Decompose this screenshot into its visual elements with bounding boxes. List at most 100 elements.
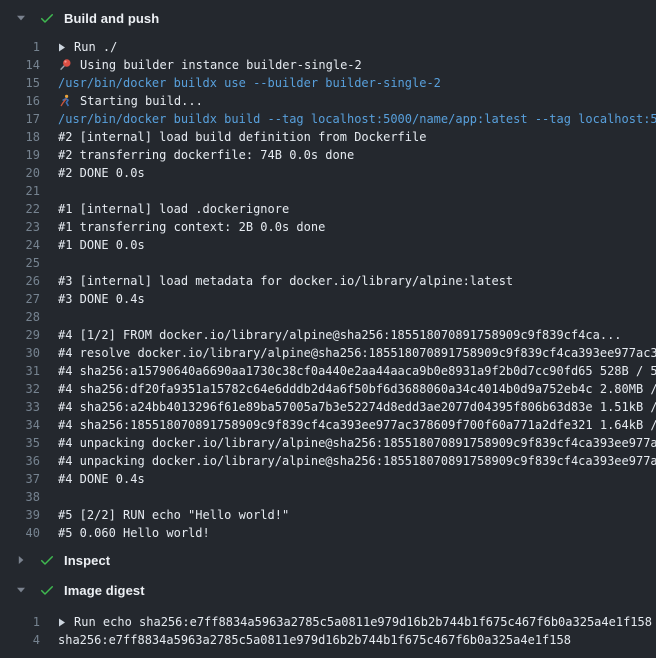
chevron-down-icon <box>16 585 26 595</box>
line-number-link[interactable]: 36 <box>0 452 40 470</box>
log-text: #1 DONE 0.0s <box>58 236 145 254</box>
check-icon <box>39 582 55 598</box>
log-line-content: #5 0.060 Hello world! <box>58 524 656 542</box>
expand-group-icon[interactable] <box>58 618 74 627</box>
log-line-content <box>58 254 656 272</box>
line-number-link[interactable]: 28 <box>0 308 40 326</box>
log-line-content: /usr/bin/docker buildx build --tag local… <box>58 110 656 128</box>
log-line: 25 <box>0 254 656 272</box>
step-header-inspect[interactable]: Inspect <box>0 546 656 574</box>
log-line-content: Using builder instance builder-single-2 <box>58 56 656 74</box>
log-line-content <box>58 308 656 326</box>
log-text: #4 resolve docker.io/library/alpine@sha2… <box>58 344 656 362</box>
log-text: #3 DONE 0.4s <box>58 290 145 308</box>
log-line-content: #4 sha256:a24bb4013296f61e89ba57005a7b3e… <box>58 398 656 416</box>
line-number-link[interactable]: 25 <box>0 254 40 272</box>
log-line-content: #4 sha256:a15790640a6690aa1730c38cf0a440… <box>58 362 656 380</box>
log-line-content: #4 resolve docker.io/library/alpine@sha2… <box>58 344 656 362</box>
log-text: #4 sha256:df20fa9351a15782c64e6dddb2d4a6… <box>58 380 656 398</box>
line-number-link[interactable]: 22 <box>0 200 40 218</box>
line-number-link[interactable]: 23 <box>0 218 40 236</box>
log-line: 26 #3 [internal] load metadata for docker… <box>0 272 656 290</box>
log-text: #4 unpacking docker.io/library/alpine@sh… <box>58 434 656 452</box>
log-text: #4 DONE 0.4s <box>58 470 145 488</box>
line-number-link[interactable]: 35 <box>0 434 40 452</box>
log-line: 29 #4 [1/2] FROM docker.io/library/alpine… <box>0 326 656 344</box>
line-number-link[interactable]: 1 <box>0 613 40 631</box>
line-number-link[interactable]: 14 <box>0 56 40 74</box>
line-number-link[interactable]: 39 <box>0 506 40 524</box>
line-number-link[interactable]: 24 <box>0 236 40 254</box>
log-line: 39 #5 [2/2] RUN echo "Hello world!" <box>0 506 656 524</box>
log-line: 19 #2 transferring dockerfile: 74B 0.0s d… <box>0 146 656 164</box>
log-line: 27 #3 DONE 0.4s <box>0 290 656 308</box>
log-text: #1 [internal] load .dockerignore <box>58 200 289 218</box>
log-line: 38 <box>0 488 656 506</box>
line-number-link[interactable]: 17 <box>0 110 40 128</box>
log-text: Run echo sha256:e7ff8834a5963a2785c5a081… <box>74 613 652 631</box>
line-number-link[interactable]: 20 <box>0 164 40 182</box>
line-number-link[interactable]: 33 <box>0 398 40 416</box>
log-text: Run ./ <box>74 38 117 56</box>
log-line: 28 <box>0 308 656 326</box>
line-number-link[interactable]: 40 <box>0 524 40 542</box>
log-text: Using builder instance builder-single-2 <box>80 56 362 74</box>
step-image-digest: Image digest 1 Run echo sha256:e7ff8834a59… <box>0 576 656 658</box>
log-line-content: #2 transferring dockerfile: 74B 0.0s don… <box>58 146 656 164</box>
log-line: 18#2 [internal] load build definition fr… <box>0 128 656 146</box>
log-text: sha256:e7ff8834a5963a2785c5a0811e979d16b… <box>58 631 571 649</box>
log-line: 21 <box>0 182 656 200</box>
line-number-link[interactable]: 18 <box>0 128 40 146</box>
log-line-content: /usr/bin/docker buildx use --builder bui… <box>58 74 656 92</box>
expand-group-icon[interactable] <box>58 43 74 52</box>
log-line: 17/usr/bin/docker buildx build --tag loc… <box>0 110 656 128</box>
log-line: 40 #5 0.060 Hello world! <box>0 524 656 542</box>
log-text: /usr/bin/docker buildx use --builder bui… <box>58 74 441 92</box>
step-header-build-and-push[interactable]: Build and push <box>0 4 656 32</box>
chevron-right-icon <box>16 555 26 565</box>
log-line-content: #5 [2/2] RUN echo "Hello world!" <box>58 506 656 524</box>
line-number-link[interactable]: 19 <box>0 146 40 164</box>
log-line-content <box>58 182 656 200</box>
log-line: 1 Run ./ <box>0 38 656 56</box>
line-number-link[interactable]: 32 <box>0 380 40 398</box>
log-line-content: sha256:e7ff8834a5963a2785c5a0811e979d16b… <box>58 631 656 649</box>
line-number-link[interactable]: 26 <box>0 272 40 290</box>
step-header-image-digest[interactable]: Image digest <box>0 576 656 604</box>
log-line: 14 Using builder instance builder-single-… <box>0 56 656 74</box>
log-line-content: #4 DONE 0.4s <box>58 470 656 488</box>
log-line: 15/usr/bin/docker buildx use --builder b… <box>0 74 656 92</box>
log-text: #3 [internal] load metadata for docker.i… <box>58 272 513 290</box>
log-text: #4 sha256:a24bb4013296f61e89ba57005a7b3e… <box>58 398 656 416</box>
log-line: 20#2 DONE 0.0s <box>0 164 656 182</box>
log-text: #5 0.060 Hello world! <box>58 524 210 542</box>
line-number-link[interactable]: 21 <box>0 182 40 200</box>
log-line-content: #4 unpacking docker.io/library/alpine@sh… <box>58 452 656 470</box>
log-line: 22 #1 [internal] load .dockerignore <box>0 200 656 218</box>
log-line-content: #1 [internal] load .dockerignore <box>58 200 656 218</box>
line-number-link[interactable]: 31 <box>0 362 40 380</box>
line-number-link[interactable]: 37 <box>0 470 40 488</box>
line-number-link[interactable]: 16 <box>0 92 40 110</box>
line-number-link[interactable]: 38 <box>0 488 40 506</box>
line-number-link[interactable]: 4 <box>0 631 40 649</box>
log-line-content: #4 [1/2] FROM docker.io/library/alpine@s… <box>58 326 656 344</box>
log-line-content: #1 transferring context: 2B 0.0s done <box>58 218 656 236</box>
step-title: Image digest <box>64 583 145 598</box>
log-line: 16Starting build... <box>0 92 656 110</box>
log-line-content: Run echo sha256:e7ff8834a5963a2785c5a081… <box>58 613 656 631</box>
line-number-link[interactable]: 15 <box>0 74 40 92</box>
log-line: 30 #4 resolve docker.io/library/alpine@sh… <box>0 344 656 362</box>
line-number-link[interactable]: 27 <box>0 290 40 308</box>
line-number-link[interactable]: 30 <box>0 344 40 362</box>
log-text: /usr/bin/docker buildx build --tag local… <box>58 110 656 128</box>
log-line-content: #3 [internal] load metadata for docker.i… <box>58 272 656 290</box>
line-number-link[interactable]: 34 <box>0 416 40 434</box>
log-line-content: #4 sha256:df20fa9351a15782c64e6dddb2d4a6… <box>58 380 656 398</box>
step-build-and-push: Build and push 1 Run ./ 14 Using builder ins… <box>0 4 656 546</box>
log-line-content: #4 sha256:185518070891758909c9f839cf4ca3… <box>58 416 656 434</box>
step-logs-build-and-push: 1 Run ./ 14 Using builder instance builder-… <box>0 32 656 546</box>
line-number-link[interactable]: 29 <box>0 326 40 344</box>
line-number-link[interactable]: 1 <box>0 38 40 56</box>
step-logs-image-digest: 1 Run echo sha256:e7ff8834a5963a2785c5a08… <box>0 604 656 658</box>
